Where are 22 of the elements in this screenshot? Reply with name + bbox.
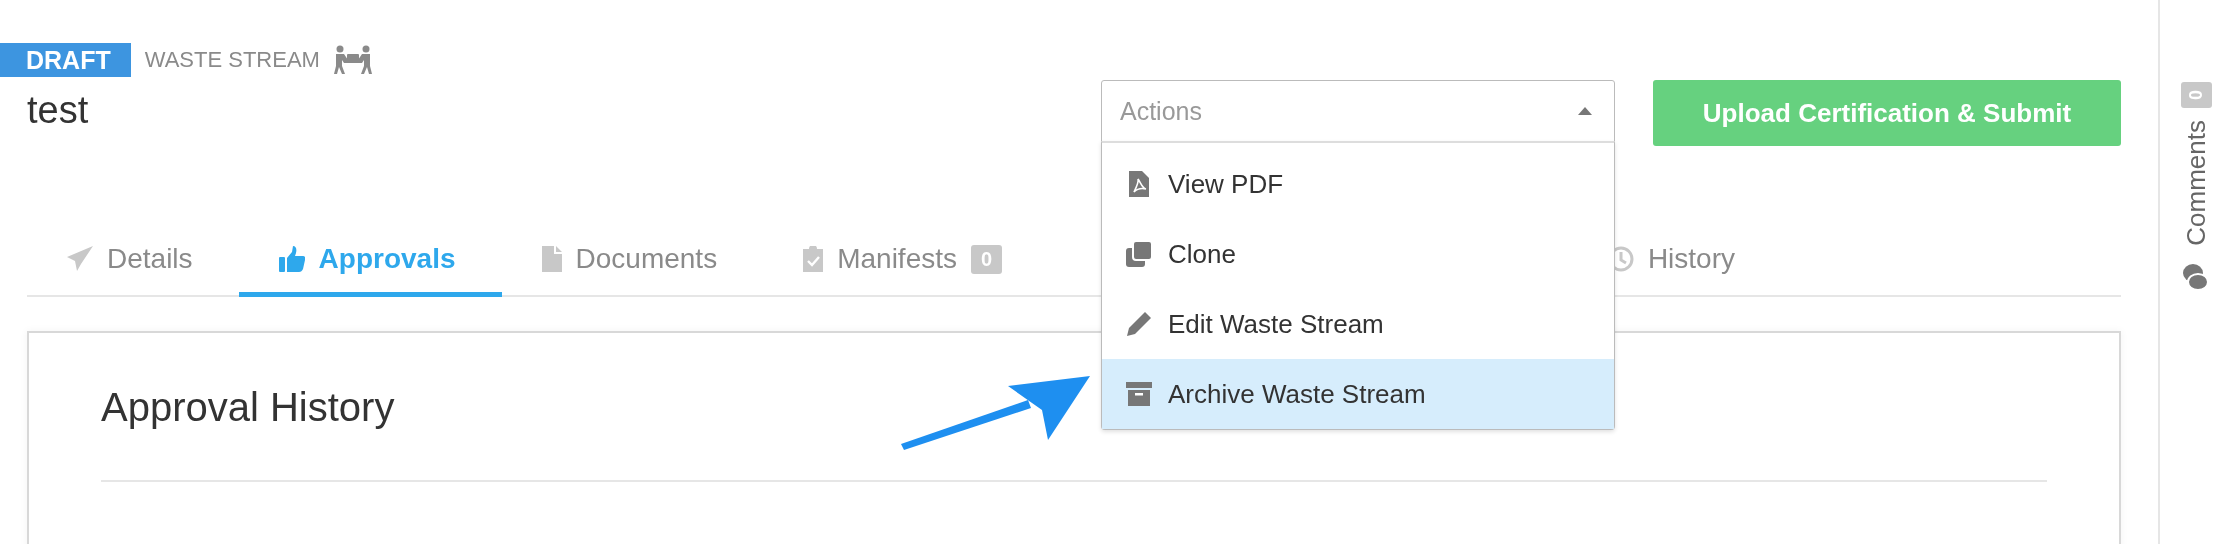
clipboard-check-icon <box>803 246 824 272</box>
thumbs-up-icon <box>278 246 305 272</box>
caret-icon <box>1578 107 1592 115</box>
section-title: Approval History <box>101 385 395 430</box>
status-badge: DRAFT <box>0 43 131 77</box>
record-type: WASTE STREAM <box>144 47 320 73</box>
tab[interactable]: Documents <box>501 226 764 297</box>
menu-item[interactable]: Archive Waste Stream <box>1102 359 1614 429</box>
tab[interactable]: Details <box>27 226 239 297</box>
pdf-file-icon <box>1126 171 1152 197</box>
menu-item[interactable]: View PDF <box>1102 149 1614 219</box>
people-carrying-box-icon <box>333 45 372 75</box>
chat-bubbles-icon <box>2183 261 2209 292</box>
document-icon <box>541 246 562 272</box>
comments-tab[interactable]: Comments <box>2180 120 2212 246</box>
copy-icon <box>1126 241 1152 267</box>
pencil-icon <box>1126 311 1152 337</box>
paper-plane-icon <box>67 246 93 272</box>
archive-box-icon <box>1126 382 1152 406</box>
record-title: test <box>27 89 90 132</box>
upload-submit-button[interactable]: Upload Certification & Submit <box>1653 80 2121 146</box>
tab[interactable]: Approvals <box>238 226 502 297</box>
